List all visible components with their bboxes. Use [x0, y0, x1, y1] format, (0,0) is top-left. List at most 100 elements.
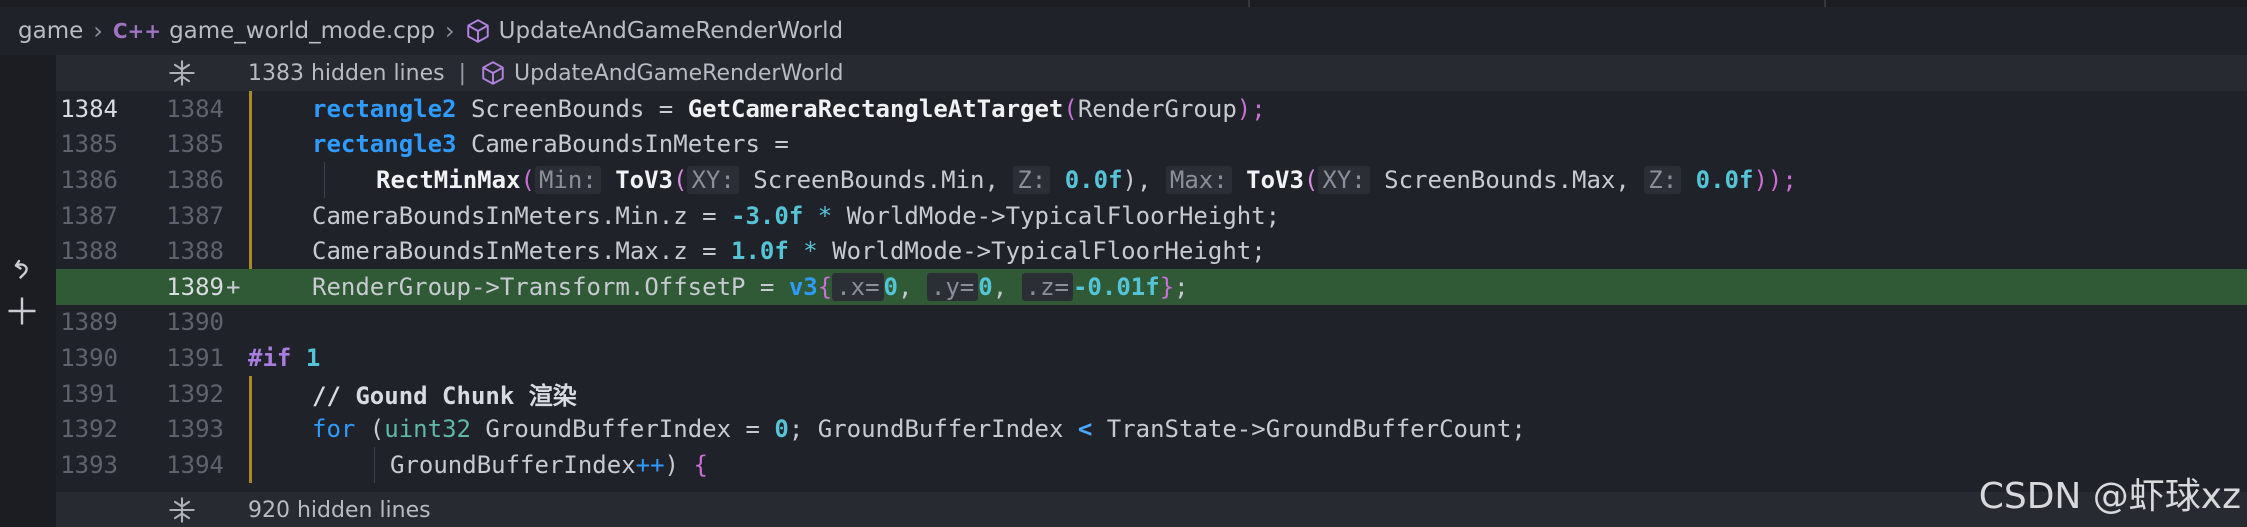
cube-symbol-icon: [466, 19, 489, 43]
code-token: ;: [1174, 272, 1189, 301]
watermark: CSDN @虾球xz: [1978, 476, 2241, 517]
code-token: {: [693, 450, 708, 479]
code-line[interactable]: 1390 1391 #if 1: [56, 340, 2247, 376]
code-token: 0: [883, 272, 898, 301]
code-token: *: [803, 237, 818, 266]
code-token: v3: [788, 272, 818, 301]
line-number-new: 1387: [166, 201, 224, 230]
fold-separator: |: [458, 60, 467, 86]
code-token: 0.0f: [1695, 165, 1754, 194]
code-token: CameraBoundsInMeters.Max.z =: [312, 237, 732, 266]
line-number-old: 1391: [60, 379, 118, 408]
line-number-new: 1389: [166, 272, 224, 301]
param-hint: Min:: [534, 165, 601, 194]
added-line-marker: +: [226, 272, 241, 301]
code-text: RectMinMax(Min: ToV3(XY: ScreenBounds.Mi…: [248, 165, 1797, 194]
code-token: -3.0f: [731, 201, 804, 230]
code-token: -0.01f: [1072, 272, 1160, 301]
code-token: GetCameraRectangleAtTarget: [687, 94, 1064, 123]
param-hint: .y=: [926, 272, 979, 301]
code-token: (: [520, 165, 535, 194]
code-text: GroundBufferIndex++) {: [248, 451, 708, 479]
cpp-file-icon: C++: [112, 19, 162, 43]
line-number-old: 1384: [60, 94, 118, 123]
param-hint: XY:: [687, 165, 739, 194]
code-text: for (uint32 GroundBufferIndex = 0; Groun…: [248, 415, 1526, 443]
code-token: rectangle3: [312, 130, 457, 159]
code-token: ,: [898, 272, 927, 301]
code-token: RenderGroup->Transform.OffsetP =: [312, 272, 789, 301]
breadcrumb-item-symbol[interactable]: UpdateAndGameRenderWorld: [499, 18, 843, 44]
code-token: WorldMode->TypicalFloorHeight;: [817, 237, 1266, 266]
line-number-new: 1390: [166, 308, 224, 337]
folded-region-top[interactable]: 1383 hidden lines | UpdateAndGameRenderW…: [56, 55, 2247, 91]
plus-icon[interactable]: [4, 293, 40, 329]
revert-change-icon[interactable]: [4, 258, 40, 294]
code-token: );: [1236, 94, 1266, 123]
code-line[interactable]: 1389 1390: [56, 305, 2247, 341]
code-token: ToV3: [1246, 165, 1304, 194]
param-hint: Z:: [1644, 165, 1682, 194]
line-number-new: 1384: [166, 94, 224, 123]
code-token: #if: [248, 343, 292, 372]
code-token: TranState->GroundBufferCount;: [1092, 415, 1526, 444]
code-token: ; GroundBufferIndex: [788, 415, 1078, 444]
tab-separator: [1248, 0, 1250, 7]
code-token: ToV3: [615, 165, 673, 194]
code-token: RectMinMax: [376, 165, 521, 194]
line-number-old: 1393: [60, 450, 118, 479]
code-line[interactable]: 1388 1388 CameraBoundsInMeters.Max.z = 1…: [56, 233, 2247, 269]
code-token: RenderGroup: [1077, 94, 1237, 123]
line-number-old: 1390: [60, 343, 118, 372]
breadcrumb: game › C++ game_world_mode.cpp › UpdateA…: [0, 7, 2247, 55]
fold-symbol-name[interactable]: UpdateAndGameRenderWorld: [514, 61, 844, 86]
code-text: CameraBoundsInMeters.Min.z = -3.0f * Wor…: [248, 202, 1280, 230]
line-number-old: 1388: [60, 237, 118, 266]
code-token: 1: [305, 343, 321, 372]
param-hint: Z:: [1013, 165, 1051, 194]
unfold-icon[interactable]: [168, 59, 196, 87]
code-line-added[interactable]: 1389 + RenderGroup->Transform.OffsetP = …: [56, 269, 2247, 305]
code-line[interactable]: 1392 1393 for (uint32 GroundBufferIndex …: [56, 411, 2247, 447]
unfold-icon[interactable]: [168, 496, 196, 524]
code-line[interactable]: 1387 1387 CameraBoundsInMeters.Min.z = -…: [56, 197, 2247, 234]
line-number-old: 1386: [60, 165, 118, 194]
code-line[interactable]: 1385 1385 rectangle3 CameraBoundsInMeter…: [56, 126, 2247, 163]
code-line[interactable]: 1391 1392 // Gound Chunk 渲染: [56, 375, 2247, 412]
code-token: *: [817, 201, 833, 230]
line-number-new: 1394: [166, 450, 224, 479]
code-token: CameraBoundsInMeters.Min.z =: [312, 201, 732, 230]
code-line[interactable]: 1384 1384 rectangle2 ScreenBounds = GetC…: [56, 91, 2247, 127]
code-line[interactable]: 1386 1386 RectMinMax(Min: ToV3(XY: Scree…: [56, 162, 2247, 198]
line-number-new: 1385: [166, 130, 224, 159]
cube-symbol-icon: [482, 61, 504, 85]
code-token: ): [664, 450, 694, 479]
line-number-new: 1388: [166, 237, 224, 266]
param-hint: .x=: [832, 272, 884, 301]
code-token: {: [817, 272, 833, 301]
folded-region-bottom[interactable]: 920 hidden lines: [56, 492, 2247, 527]
code-token: CameraBoundsInMeters =: [456, 130, 789, 159]
code-text: RenderGroup->Transform.OffsetP = v3{.x= 0…: [248, 272, 1189, 301]
code-editor[interactable]: 1384 1384 rectangle2 ScreenBounds = GetC…: [56, 91, 2247, 492]
code-text: rectangle2 ScreenBounds = GetCameraRecta…: [248, 95, 1266, 123]
hidden-lines-count: 1383 hidden lines: [248, 60, 445, 86]
code-line[interactable]: 1393 1394 GroundBufferIndex++) {: [56, 447, 2247, 483]
code-token: 0: [978, 272, 993, 301]
breadcrumb-item-folder[interactable]: game: [18, 18, 83, 44]
diff-action-column: [0, 55, 56, 527]
code-token: uint32: [384, 415, 471, 444]
breadcrumb-item-file[interactable]: game_world_mode.cpp: [169, 18, 435, 44]
line-number-new: 1392: [166, 379, 224, 408]
code-token: GroundBufferIndex: [390, 450, 636, 479]
line-number-new: 1393: [166, 415, 224, 444]
code-token: }: [1159, 272, 1175, 301]
code-token: WorldMode->TypicalFloorHeight;: [832, 201, 1281, 230]
tab-separator: [1824, 0, 1826, 7]
code-text: #if 1: [248, 344, 320, 372]
line-number-old: 1389: [60, 308, 118, 337]
